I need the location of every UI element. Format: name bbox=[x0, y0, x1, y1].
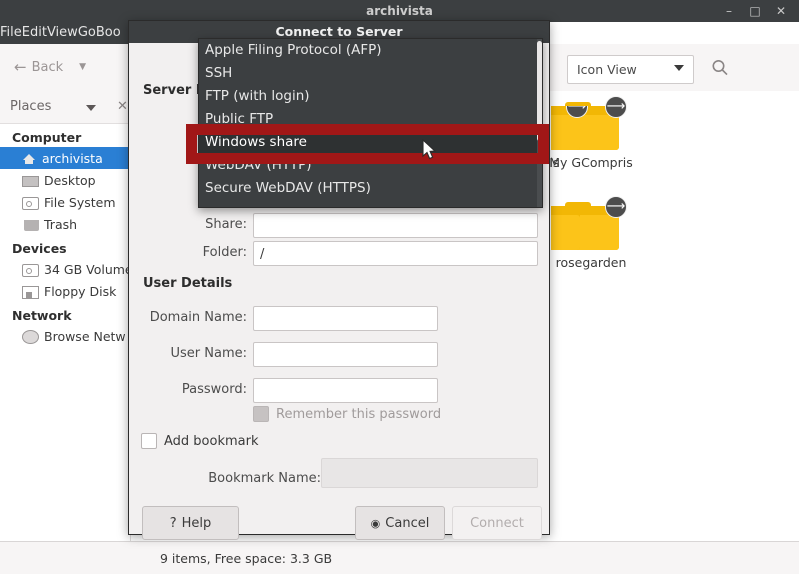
add-bookmark-checkbox[interactable]: Add bookmark bbox=[141, 433, 259, 449]
dropdown-scrollbar-thumb[interactable] bbox=[537, 41, 542, 141]
folder-label: Folder: bbox=[202, 245, 247, 260]
menu-item-go[interactable]: Go bbox=[78, 22, 96, 44]
menu-item-view[interactable]: View bbox=[47, 22, 78, 44]
sidebar-item-label: Floppy Disk bbox=[44, 283, 117, 299]
remember-password-checkbox[interactable]: Remember this password bbox=[253, 406, 441, 422]
chevron-down-icon[interactable]: ▼ bbox=[79, 62, 86, 72]
back-button[interactable]: ← Back ▼ bbox=[8, 53, 92, 81]
checkbox-box bbox=[141, 433, 157, 449]
home-icon bbox=[22, 151, 37, 166]
places-header: Places ✕ bbox=[0, 91, 130, 124]
dropdown-option-webdav[interactable]: WebDAV (HTTP) bbox=[199, 154, 542, 177]
dropdown-scrollbar[interactable] bbox=[537, 39, 542, 207]
places-sidebar: Places ✕ Computer archivista Desktop Fil… bbox=[0, 91, 133, 541]
trash-icon bbox=[24, 219, 39, 231]
menu-item-bookmarks[interactable]: Boo bbox=[96, 22, 121, 44]
statusbar: 9 items, Free space: 3.3 GB bbox=[0, 541, 799, 574]
sidebar-item-floppy-disk[interactable]: Floppy Disk bbox=[0, 280, 130, 302]
disk-icon bbox=[22, 263, 39, 277]
close-sidebar-icon[interactable]: ✕ bbox=[117, 99, 128, 114]
bookmark-name-label: Bookmark Name: bbox=[208, 471, 321, 486]
maximize-icon[interactable]: □ bbox=[747, 3, 763, 19]
back-button-label: Back bbox=[31, 59, 64, 75]
dropdown-option-ssh[interactable]: SSH bbox=[199, 62, 542, 85]
chevron-down-icon bbox=[674, 65, 684, 71]
sidebar-group-devices: Devices bbox=[12, 241, 67, 256]
help-button-label: Help bbox=[181, 515, 212, 531]
close-icon[interactable]: ✕ bbox=[773, 3, 789, 19]
places-title: Places bbox=[10, 99, 52, 114]
checkbox-box bbox=[253, 406, 269, 422]
sidebar-item-trash[interactable]: Trash bbox=[0, 213, 130, 235]
sidebar-item-label: 34 GB Volume bbox=[44, 261, 133, 277]
sidebar-item-label: File System bbox=[44, 194, 116, 210]
sidebar-item-label: Browse Netw bbox=[44, 328, 126, 344]
user-name-input[interactable] bbox=[253, 342, 438, 367]
folder-input[interactable]: / bbox=[253, 241, 538, 266]
remember-password-label: Remember this password bbox=[276, 406, 442, 422]
view-mode-label: Icon View bbox=[577, 62, 637, 77]
sidebar-item-desktop[interactable]: Desktop bbox=[0, 169, 130, 191]
domain-name-label: Domain Name: bbox=[149, 310, 247, 325]
add-bookmark-label: Add bookmark bbox=[164, 433, 259, 449]
view-mode-select[interactable]: Icon View bbox=[567, 55, 694, 84]
user-details-heading: User Details bbox=[143, 276, 233, 291]
bookmark-name-input bbox=[321, 458, 538, 488]
search-icon[interactable] bbox=[710, 58, 730, 78]
dropdown-option-ftp-login[interactable]: FTP (with login) bbox=[199, 85, 542, 108]
sidebar-group-network: Network bbox=[12, 308, 72, 323]
user-name-label: User Name: bbox=[170, 346, 248, 361]
domain-name-input[interactable] bbox=[253, 306, 438, 331]
sidebar-item-34gb-volume[interactable]: 34 GB Volume bbox=[0, 258, 133, 280]
monitor-icon bbox=[22, 175, 39, 187]
cancel-button[interactable]: ◉ Cancel bbox=[355, 506, 445, 540]
symlink-badge-icon: ⟶ bbox=[566, 106, 588, 118]
share-input[interactable] bbox=[253, 213, 538, 238]
share-label: Share: bbox=[205, 217, 247, 232]
question-mark-icon: ? bbox=[169, 515, 177, 531]
sidebar-item-archivista[interactable]: archivista bbox=[0, 147, 130, 169]
sidebar-item-browse-network[interactable]: Browse Netw bbox=[0, 325, 130, 347]
floppy-icon bbox=[22, 285, 39, 299]
cancel-icon: ◉ bbox=[370, 516, 381, 530]
dropdown-option-afp[interactable]: Apple Filing Protocol (AFP) bbox=[199, 39, 542, 62]
sidebar-group-computer: Computer bbox=[12, 130, 82, 145]
statusbar-text: 9 items, Free space: 3.3 GB bbox=[160, 551, 333, 566]
password-input[interactable] bbox=[253, 378, 438, 403]
minimize-icon[interactable]: – bbox=[721, 3, 737, 19]
sidebar-item-label: Trash bbox=[44, 216, 78, 232]
window-title: archivista bbox=[366, 4, 433, 18]
server-type-dropdown[interactable]: Apple Filing Protocol (AFP) SSH FTP (wit… bbox=[198, 38, 543, 208]
connect-button-label: Connect bbox=[470, 515, 524, 531]
globe-icon bbox=[22, 330, 39, 344]
window-titlebar: archivista – □ ✕ bbox=[0, 0, 799, 22]
help-button[interactable]: ? Help bbox=[142, 506, 239, 540]
menu-item-file[interactable]: File bbox=[0, 22, 22, 44]
dropdown-option-windows-share[interactable]: Windows share bbox=[199, 131, 542, 154]
back-arrow-icon: ← bbox=[14, 58, 27, 76]
dropdown-option-secure-webdav[interactable]: Secure WebDAV (HTTPS) bbox=[199, 177, 542, 200]
disk-icon bbox=[22, 196, 39, 210]
screen: archivista – □ ✕ File Edit View Go Boo ←… bbox=[0, 0, 799, 574]
sidebar-item-label: Desktop bbox=[44, 172, 96, 188]
connect-button: Connect bbox=[452, 506, 542, 540]
menu-item-edit[interactable]: Edit bbox=[22, 22, 47, 44]
dropdown-option-public-ftp[interactable]: Public FTP bbox=[199, 108, 542, 131]
cancel-button-label: Cancel bbox=[385, 515, 430, 531]
password-label: Password: bbox=[181, 382, 247, 397]
chevron-down-icon[interactable] bbox=[86, 105, 96, 111]
sidebar-item-label: archivista bbox=[42, 150, 103, 166]
sidebar-item-file-system[interactable]: File System bbox=[0, 191, 130, 213]
